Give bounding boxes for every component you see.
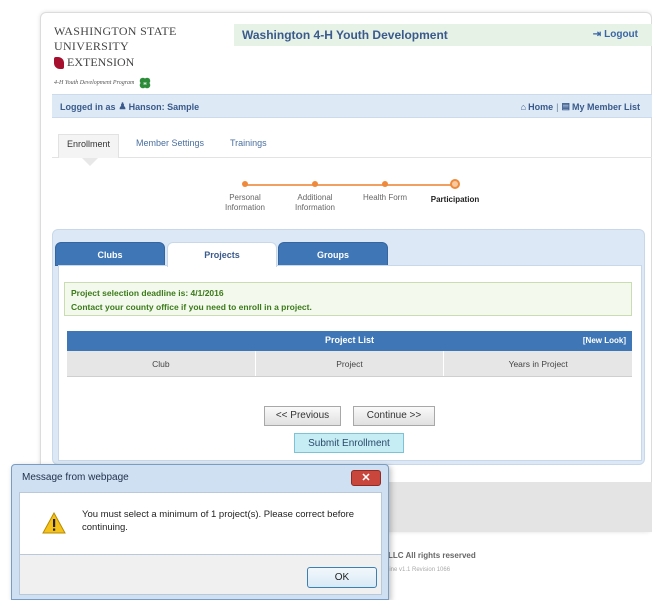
step-label-line1: Personal — [229, 193, 261, 202]
contact-text: Contact your county office if you need t… — [71, 302, 312, 312]
list-icon: ▤ — [561, 101, 570, 111]
home-icon: ⌂ — [520, 101, 527, 112]
deadline-alert: Project selection deadline is: 4/1/2016 … — [64, 282, 632, 316]
screen: WASHINGTON STATE UNIVERSITY EXTENSION 4-… — [0, 0, 652, 600]
column-header-years[interactable]: Years in Project — [444, 351, 632, 376]
column-header-club[interactable]: Club — [67, 351, 256, 376]
tab-projects[interactable]: Projects — [167, 242, 277, 267]
step-personal-information[interactable]: Personal Information — [210, 178, 280, 213]
previous-button[interactable]: << Previous — [264, 406, 341, 426]
svg-text:H: H — [144, 81, 147, 86]
tab-enrollment[interactable]: Enrollment — [58, 134, 120, 158]
program-name: 4-H Youth Development Program — [54, 80, 135, 86]
tab-member-settings[interactable]: Member Settings — [128, 134, 212, 158]
link-separator: | — [556, 101, 559, 112]
org-name: WASHINGTON STATE UNIVERSITY — [54, 24, 177, 53]
dialog-message: You must select a minimum of 1 project(s… — [82, 509, 355, 533]
step-additional-information[interactable]: Additional Information — [280, 178, 350, 213]
user-bar: Logged in as ♟ Hanson: Sample ⌂ Home | ▤… — [52, 94, 652, 118]
footer-bar — [388, 482, 652, 532]
logout-icon: ⇥ — [592, 29, 602, 40]
header-bar: Washington 4-H Youth Development ⇥ Logou… — [234, 24, 652, 46]
member-list-link[interactable]: ▤ My Member List — [561, 101, 640, 112]
logged-in-label: Logged in as — [60, 101, 116, 112]
step-dot-current — [450, 179, 460, 189]
copyright-text: LLC All rights reserved — [388, 551, 476, 560]
step-label-line2: Information — [224, 203, 266, 212]
wsu-extension-logo: WASHINGTON STATE UNIVERSITY EXTENSION 4-… — [54, 24, 234, 89]
main-nav-tabs: Enrollment Member Settings Trainings — [52, 130, 652, 158]
step-health-form[interactable]: Health Form — [350, 178, 420, 203]
dialog-title: Message from webpage — [22, 472, 129, 483]
project-list-title: Project List — [324, 335, 374, 345]
step-dot — [312, 181, 318, 187]
home-link[interactable]: ⌂ Home — [521, 102, 553, 112]
column-header-project[interactable]: Project — [256, 351, 445, 376]
step-participation[interactable]: Participation — [420, 178, 490, 205]
version-text: line v1.1 Revision 1066 — [388, 567, 451, 573]
step-label-line1: Health Form — [362, 193, 407, 202]
warning-icon — [42, 512, 66, 534]
step-dot — [242, 181, 248, 187]
user-icon: ♟ — [118, 101, 127, 111]
continue-button[interactable]: Continue >> — [353, 406, 435, 426]
logout-link[interactable]: ⇥ Logout — [593, 29, 638, 40]
cougar-logo-icon — [54, 56, 64, 69]
logged-in-info: Logged in as ♟ Hanson: Sample — [60, 101, 199, 112]
tab-clubs[interactable]: Clubs — [55, 242, 165, 266]
project-list-columns: Club Project Years in Project — [67, 351, 632, 377]
step-dot — [382, 181, 388, 187]
ok-button[interactable]: OK — [307, 567, 377, 588]
member-list-label: My Member List — [571, 101, 640, 112]
step-label-line2: Information — [294, 203, 336, 212]
home-label: Home — [528, 101, 554, 112]
step-label-line1: Additional — [297, 193, 333, 202]
active-tab-pointer — [82, 158, 98, 166]
project-list-header: Project List [New Look] — [67, 331, 632, 351]
tab-trainings[interactable]: Trainings — [222, 134, 275, 158]
dialog-close-button[interactable]: ✕ — [351, 470, 381, 486]
new-look-link[interactable]: [New Look] — [583, 336, 626, 345]
submit-enrollment-button[interactable]: Submit Enrollment — [294, 433, 404, 453]
logout-label: Logout — [604, 29, 638, 40]
four-h-clover-icon: H — [140, 77, 151, 89]
tab-groups[interactable]: Groups — [278, 242, 388, 266]
enrollment-stepper: Personal Information Additional Informatio… — [215, 178, 485, 222]
user-name: Hanson: Sample — [128, 101, 200, 112]
user-links: ⌂ Home | ▤ My Member List — [521, 101, 640, 112]
org-extension: EXTENSION — [67, 55, 135, 69]
step-label-line1: Participation — [430, 195, 480, 204]
page-title: Washington 4-H Youth Development — [242, 28, 448, 42]
deadline-text: Project selection deadline is: 4/1/2016 — [71, 288, 224, 298]
